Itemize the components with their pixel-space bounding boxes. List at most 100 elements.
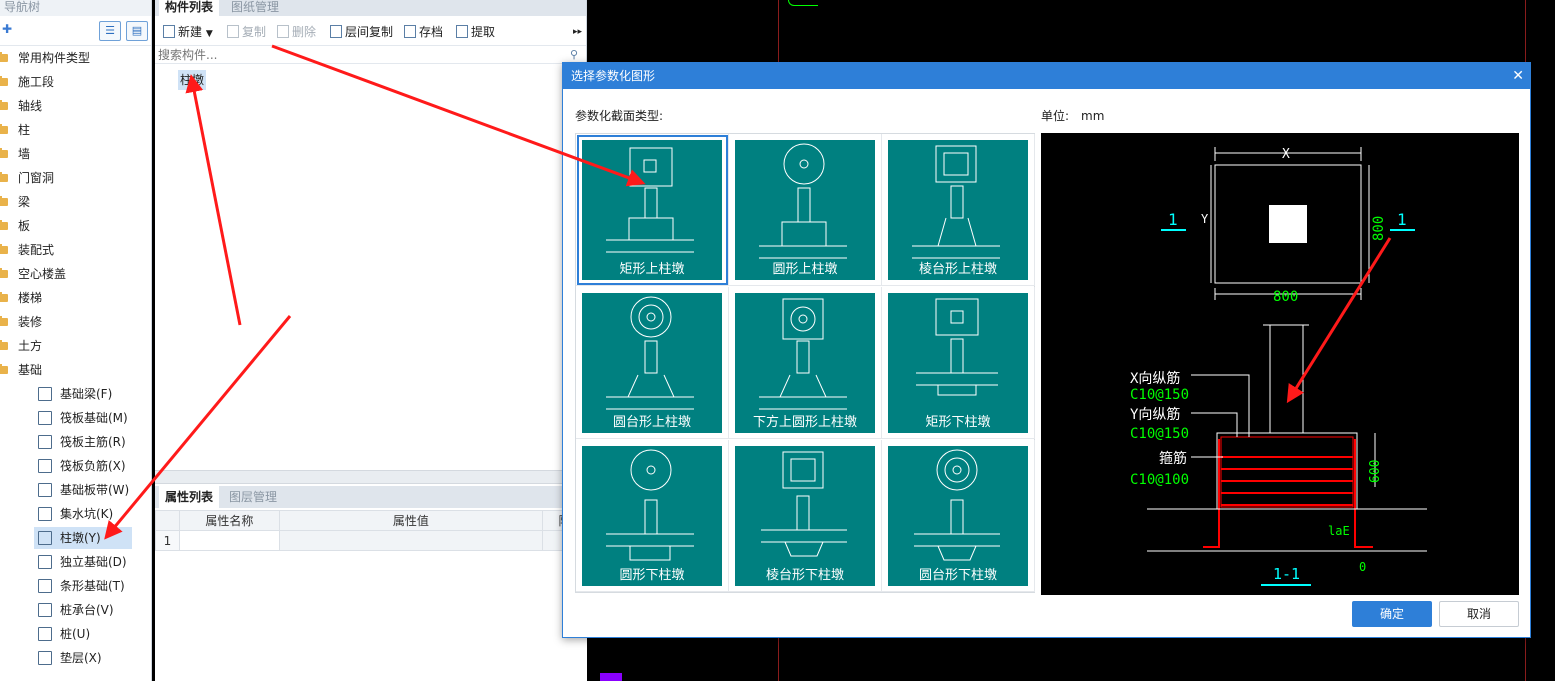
property-table: 属性名称 属性值 附 1 — [155, 510, 587, 551]
x-rebar-label: X向纵筋 — [1130, 370, 1180, 387]
shape-option[interactable]: 矩形下柱墩 — [882, 287, 1035, 439]
column-pier-shape-icon — [912, 145, 1000, 259]
close-icon[interactable]: ✕ — [1512, 63, 1524, 89]
tab-drawing-management[interactable]: 图纸管理 — [225, 0, 285, 16]
raft-icon — [38, 411, 52, 425]
shape-thumbnail: 圆形上柱墩 — [735, 140, 875, 280]
archive-button[interactable]: 存档 — [404, 24, 443, 40]
parametric-shape-dialog: 选择参数化图形 ✕ 参数化截面类型: 单位: mm 矩形上柱墩 圆形上柱墩 棱台形上柱… — [562, 62, 1531, 638]
tree-subitem[interactable]: 桩承台(V) — [0, 598, 151, 622]
tree-item[interactable]: 装修 — [0, 310, 151, 334]
cancel-button[interactable]: 取消 — [1439, 601, 1519, 627]
search-icon[interactable]: ⚲ — [570, 48, 578, 61]
tree-item[interactable]: 板 — [0, 214, 151, 238]
shape-option[interactable]: 圆形下柱墩 — [576, 440, 729, 592]
property-value-cell[interactable] — [278, 530, 544, 551]
tree-subitem[interactable]: 垫层(X) — [0, 646, 151, 670]
component-search-input[interactable] — [155, 46, 555, 63]
column-pier-shape-icon — [761, 451, 847, 557]
archive-icon — [404, 25, 416, 38]
grid-view-icon[interactable]: ▤ — [126, 21, 148, 41]
panel-splitter[interactable] — [155, 470, 587, 484]
tree-item[interactable]: 空心楼盖 — [0, 262, 151, 286]
tab-property-list[interactable]: 属性列表 — [159, 486, 220, 508]
tree-subitem[interactable]: 条形基础(T) — [0, 574, 151, 598]
y-rebar-value: C10@150 — [1130, 426, 1189, 442]
extract-button[interactable]: 提取 — [456, 24, 495, 40]
tree-subitem[interactable]: 筏板基础(M) — [0, 406, 151, 430]
tree-item[interactable]: 轴线 — [0, 94, 151, 118]
dropdown-arrow-icon[interactable]: ▼ — [206, 29, 213, 39]
shape-option[interactable]: 棱台形下柱墩 — [729, 440, 882, 592]
tree-item[interactable]: 墙 — [0, 142, 151, 166]
shape-option[interactable]: 圆形上柱墩 — [729, 134, 882, 286]
ok-button[interactable]: 确定 — [1352, 601, 1432, 627]
unit-label: 单位: mm — [1041, 109, 1105, 123]
section-view: 600 laE 0 X向纵筋 C10@150 Y向纵筋 C10@150 箍筋 C… — [1130, 324, 1427, 586]
shape-option[interactable]: 下方上圆形上柱墩 — [729, 287, 882, 439]
plus-icon[interactable]: ✚ — [2, 22, 12, 36]
tree-subitem[interactable]: 独立基础(D) — [0, 550, 151, 574]
tree-subitem[interactable]: 筏板负筋(X) — [0, 454, 151, 478]
delete-button[interactable]: 删除 — [277, 24, 316, 40]
section-mark-left: 1 — [1168, 210, 1178, 229]
x-rebar-value: C10@150 — [1130, 387, 1189, 403]
y-rebar-label: Y向纵筋 — [1130, 406, 1180, 423]
tree-item[interactable]: 施工段 — [0, 70, 151, 94]
sump-icon — [38, 507, 52, 521]
shape-thumbnail: 矩形上柱墩 — [582, 140, 722, 280]
new-button[interactable]: 新建 ▼ — [163, 24, 213, 40]
shape-thumbnail: 圆形下柱墩 — [582, 446, 722, 586]
folder-icon — [0, 148, 8, 158]
shape-thumbnail: 棱台形上柱墩 — [888, 140, 1028, 280]
shape-option[interactable]: 矩形上柱墩 — [576, 134, 729, 286]
tree-subitem[interactable]: 桩(U) — [0, 622, 151, 646]
nav-title: 导航树 — [0, 0, 151, 16]
shape-option[interactable]: 圆台形下柱墩 — [882, 440, 1035, 592]
property-value-header: 属性值 — [278, 510, 544, 531]
tree-item[interactable]: 门窗洞 — [0, 166, 151, 190]
copy-between-floors-button[interactable]: 层间复制 — [330, 24, 393, 40]
isolated-footing-icon — [38, 555, 52, 569]
table-row[interactable]: 1 — [155, 530, 587, 551]
dim-height: 800 — [1371, 216, 1387, 241]
folder-icon — [0, 340, 8, 350]
pile-cap-icon — [38, 603, 52, 617]
folder-icon — [0, 100, 8, 110]
nav-tree: 常用构件类型 施工段 轴线柱墙门窗洞梁板装配式 空心楼盖 楼梯 装修 土方 基础 — [0, 46, 151, 382]
tree-item[interactable]: 装配式 — [0, 238, 151, 262]
tree-subitem[interactable]: 柱墩(Y) — [0, 526, 151, 550]
tab-layer-management[interactable]: 图层管理 — [223, 486, 283, 508]
column-pier-shape-icon — [759, 143, 847, 259]
tree-item[interactable]: 基础 — [0, 358, 151, 382]
tree-item[interactable]: 柱 — [0, 118, 151, 142]
shape-option[interactable]: 棱台形上柱墩 — [882, 134, 1035, 286]
shape-thumbnail: 下方上圆形上柱墩 — [735, 293, 875, 433]
list-view-icon[interactable]: ☰ — [99, 21, 121, 41]
component-list-item[interactable]: 柱墩 — [178, 70, 207, 90]
tree-subitem[interactable]: 基础梁(F) — [0, 382, 151, 406]
property-header-row: 属性名称 属性值 附 — [155, 510, 587, 531]
tree-item[interactable]: 常用构件类型 — [0, 46, 151, 70]
shape-option[interactable]: 圆台形上柱墩 — [576, 287, 729, 439]
dim-depth: 600 — [1368, 460, 1383, 483]
property-name-header: 属性名称 — [178, 510, 280, 531]
shape-thumbnail: 棱台形下柱墩 — [735, 446, 875, 586]
property-name-cell[interactable] — [178, 530, 280, 551]
tab-component-list[interactable]: 构件列表 — [159, 0, 220, 16]
tree-subitem[interactable]: 筏板主筋(R) — [0, 430, 151, 454]
tree-item[interactable]: 梁 — [0, 190, 151, 214]
new-icon — [163, 25, 175, 38]
tree-subitem[interactable]: 基础板带(W) — [0, 478, 151, 502]
column-pier-shape-icon — [606, 296, 694, 410]
tree-item[interactable]: 楼梯 — [0, 286, 151, 310]
shape-thumbnail: 圆台形下柱墩 — [888, 446, 1028, 586]
shape-preview: X 800 Y 800 1 1 600 laE 0 X向纵筋 C10@150 Y… — [1041, 133, 1519, 595]
row-number-header — [155, 510, 180, 531]
tree-subitem[interactable]: 集水坑(K) — [0, 502, 151, 526]
anchor-label: laE — [1328, 524, 1350, 538]
copy-button[interactable]: 复制 — [227, 24, 266, 40]
tree-item[interactable]: 土方 — [0, 334, 151, 358]
more-icon[interactable]: ▸▸ — [573, 24, 582, 40]
column-pier-icon — [38, 531, 52, 545]
